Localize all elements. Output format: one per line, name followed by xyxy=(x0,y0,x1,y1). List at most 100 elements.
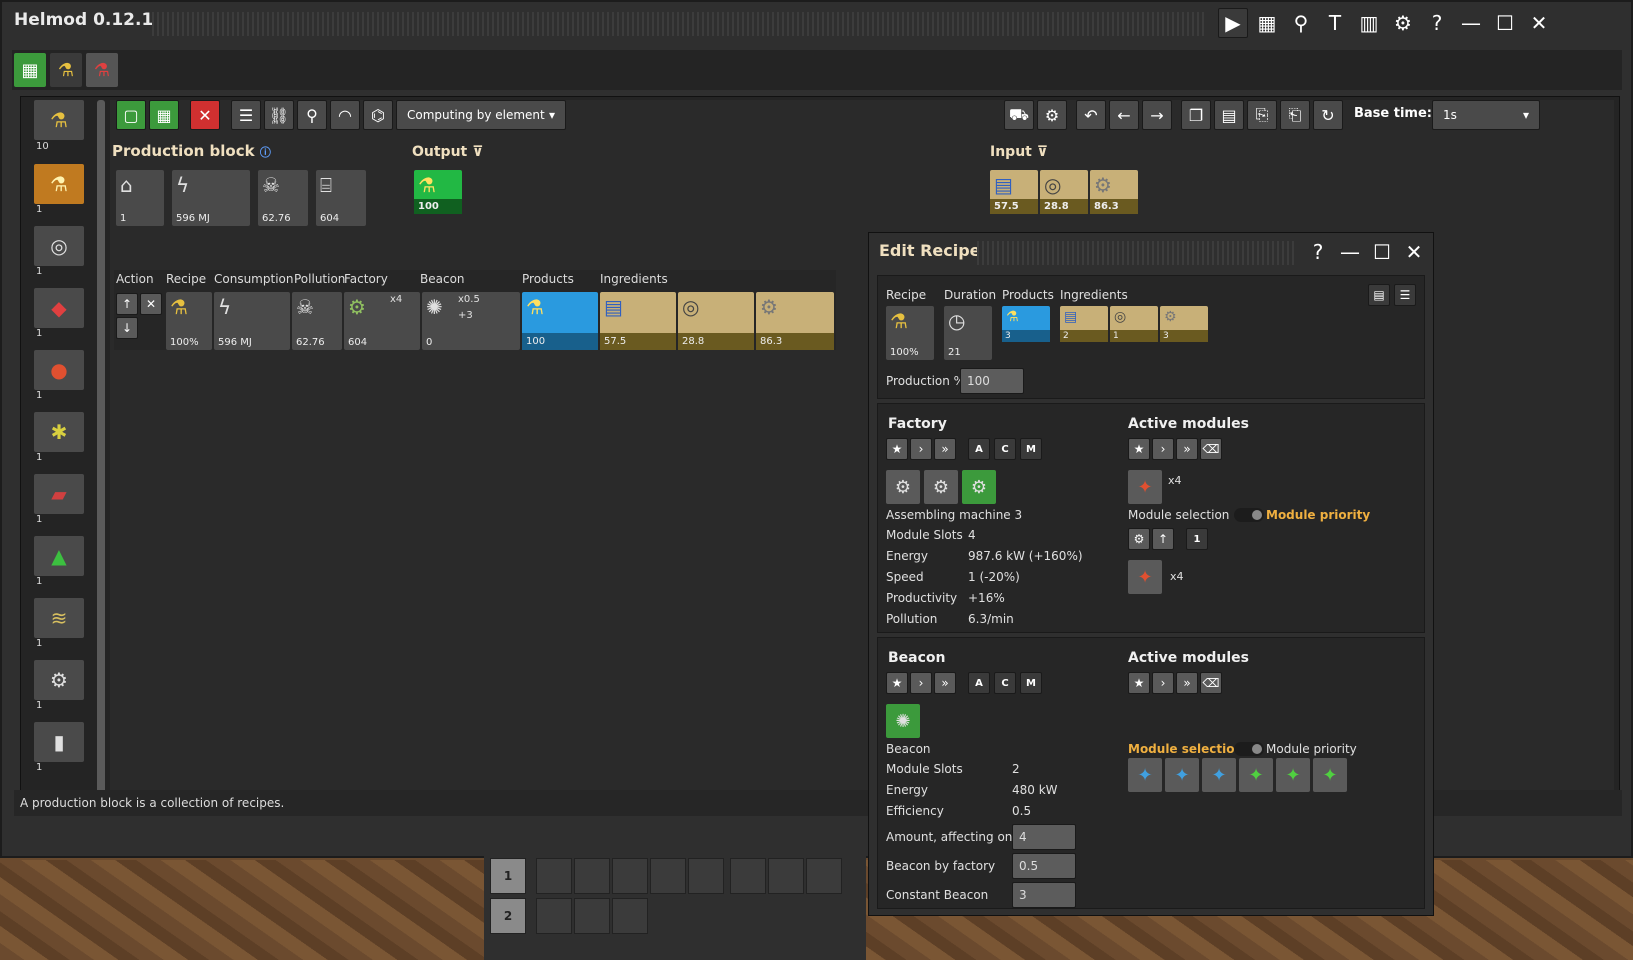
factory-cell[interactable]: ⚙ x4 604 xyxy=(344,292,420,350)
quickbar-slot[interactable] xyxy=(730,858,766,894)
beacon-icon[interactable]: ✺ xyxy=(886,704,920,738)
education-icon[interactable]: ▦ xyxy=(149,100,179,130)
output-item[interactable]: ⚗ 100 xyxy=(414,170,462,214)
link-icon[interactable]: ⛓ xyxy=(264,100,294,130)
maximize-icon[interactable]: ☐ xyxy=(1490,8,1520,38)
beacon-cell[interactable]: ✺ x0.5 +3 0 xyxy=(422,292,520,350)
arrow-right-icon[interactable]: → xyxy=(1142,100,1172,130)
copy-icon[interactable]: ❐ xyxy=(1181,100,1211,130)
quickbar-slot[interactable] xyxy=(688,858,724,894)
assembler-2-icon[interactable]: ⚙ xyxy=(924,470,958,504)
chevron-right-icon[interactable]: › xyxy=(910,438,932,460)
quickbar-slot[interactable] xyxy=(574,898,610,934)
speed-module-3-icon[interactable]: ✦ xyxy=(1202,758,1236,792)
star-icon[interactable]: ★ xyxy=(886,438,908,460)
chevron-right-icon[interactable]: › xyxy=(1152,438,1174,460)
base-time-dropdown[interactable]: 1s ▾ xyxy=(1432,100,1540,130)
pin-icon[interactable]: ⚲ xyxy=(297,100,327,130)
close-icon[interactable]: ✕ xyxy=(1524,8,1554,38)
double-chevron-icon[interactable]: » xyxy=(1176,672,1198,694)
star-icon[interactable]: ★ xyxy=(886,672,908,694)
product-cell[interactable]: ⚗ 3 xyxy=(1002,306,1050,342)
remove-icon[interactable]: ✕ xyxy=(140,293,162,315)
minimize-icon[interactable]: — xyxy=(1456,8,1486,38)
computing-dropdown[interactable]: Computing by element ▾ xyxy=(396,100,566,130)
filter-icon[interactable]: ⊽ xyxy=(472,144,483,160)
import-icon[interactable]: ⎘ xyxy=(1247,100,1277,130)
paste-icon[interactable]: ▤ xyxy=(1214,100,1244,130)
hierarchy-icon[interactable]: ⌬ xyxy=(363,100,393,130)
filter-a-button[interactable]: A xyxy=(968,672,990,694)
chevron-right-icon[interactable]: › xyxy=(1152,672,1174,694)
drag-handle[interactable] xyxy=(152,12,1207,36)
settings-icon[interactable]: ⚙ xyxy=(1388,8,1418,38)
quickbar-slot[interactable] xyxy=(650,858,686,894)
quickbar-slot[interactable] xyxy=(612,898,648,934)
eraser-icon[interactable]: ⌫ xyxy=(1200,672,1222,694)
star-icon[interactable]: ★ xyxy=(1128,438,1150,460)
filter-m-button[interactable]: M xyxy=(1020,672,1042,694)
sidebar-item[interactable]: ▲ xyxy=(34,536,84,576)
quickbar-slot[interactable] xyxy=(574,858,610,894)
speed-module-icon[interactable]: ✦ xyxy=(1128,470,1162,504)
flask-red-icon[interactable]: ⚗ xyxy=(86,53,118,87)
production-input[interactable]: 100 xyxy=(960,368,1024,394)
speed-module-1-icon[interactable]: ✦ xyxy=(1128,758,1162,792)
efficiency-module-1-icon[interactable]: ✦ xyxy=(1239,758,1273,792)
star-icon[interactable]: ★ xyxy=(1128,672,1150,694)
input-item[interactable]: ◎ 28.8 xyxy=(1040,170,1088,214)
sidebar-item[interactable]: ▮ xyxy=(34,722,84,762)
sidebar-item[interactable]: ◆ xyxy=(34,288,84,328)
undo-icon[interactable]: ↶ xyxy=(1076,100,1106,130)
export-icon[interactable]: ⎗ xyxy=(1280,100,1310,130)
arrow-up-icon[interactable]: ↑ xyxy=(1152,528,1174,550)
speed-module-2-icon[interactable]: ✦ xyxy=(1165,758,1199,792)
quickbar-slot[interactable] xyxy=(536,898,572,934)
sidebar-item[interactable]: ▰ xyxy=(34,474,84,514)
eraser-icon[interactable]: ⌫ xyxy=(1200,438,1222,460)
sidebar-item[interactable]: ◎ xyxy=(34,226,84,266)
sidebar-item[interactable]: ≋ xyxy=(34,598,84,638)
refresh-icon[interactable]: ↻ xyxy=(1313,100,1343,130)
edit-recipe-drag[interactable] xyxy=(977,241,1297,265)
move-down-icon[interactable]: ↓ xyxy=(116,317,138,339)
quickbar-page-1[interactable]: 1 xyxy=(490,858,526,894)
ingredient-cell[interactable]: ◎ 1 xyxy=(1110,306,1158,342)
move-up-icon[interactable]: ↑ xyxy=(116,293,138,315)
ingredient-cell[interactable]: ◎ 28.8 xyxy=(678,292,754,350)
recipe-icon-cell[interactable]: ⚗ 100% xyxy=(886,306,934,360)
beacon-by-factory-input[interactable]: 0.5 xyxy=(1012,853,1076,879)
sidebar-item[interactable]: ● xyxy=(34,350,84,390)
module-mode-toggle[interactable] xyxy=(1234,508,1264,522)
chevron-right-icon[interactable]: › xyxy=(910,672,932,694)
new-block-icon[interactable]: ▢ xyxy=(116,100,146,130)
view-icon[interactable]: ▤ xyxy=(1368,284,1390,306)
quickbar-slot[interactable] xyxy=(768,858,804,894)
list-icon[interactable]: ☰ xyxy=(231,100,261,130)
view-list-icon[interactable]: ☰ xyxy=(1394,284,1416,306)
chart-icon[interactable]: ▥ xyxy=(1354,8,1384,38)
sidebar-scrollbar[interactable] xyxy=(97,100,105,800)
ingredient-cell[interactable]: ▤ 2 xyxy=(1060,306,1108,342)
recipe-cell[interactable]: ⚗ 100% xyxy=(166,292,212,350)
sidebar-item[interactable]: ⚗ xyxy=(34,164,84,204)
filter-c-button[interactable]: C xyxy=(994,672,1016,694)
help-icon[interactable]: ? xyxy=(1303,237,1333,267)
play-icon[interactable]: ▶ xyxy=(1218,8,1248,38)
quickbar-slot[interactable] xyxy=(612,858,648,894)
ingredient-cell[interactable]: ⚙ 86.3 xyxy=(756,292,834,350)
efficiency-module-3-icon[interactable]: ✦ xyxy=(1313,758,1347,792)
priority-count[interactable]: 1 xyxy=(1186,528,1208,550)
efficiency-module-2-icon[interactable]: ✦ xyxy=(1276,758,1310,792)
sidebar-item[interactable]: ⚗ xyxy=(34,100,84,140)
input-item[interactable]: ▤ 57.5 xyxy=(990,170,1038,214)
beacon-module-mode-toggle[interactable] xyxy=(1234,742,1264,756)
gears-icon[interactable]: ⚙ xyxy=(1128,528,1150,550)
assembler-3-icon[interactable]: ⚙ xyxy=(962,470,996,504)
ingredient-cell[interactable]: ▤ 57.5 xyxy=(600,292,676,350)
filter-icon[interactable]: ⊽ xyxy=(1037,144,1048,160)
double-chevron-icon[interactable]: » xyxy=(934,438,956,460)
double-chevron-icon[interactable]: » xyxy=(1176,438,1198,460)
text-icon[interactable]: T xyxy=(1320,8,1350,38)
production-table-icon[interactable]: ▦ xyxy=(14,53,46,87)
